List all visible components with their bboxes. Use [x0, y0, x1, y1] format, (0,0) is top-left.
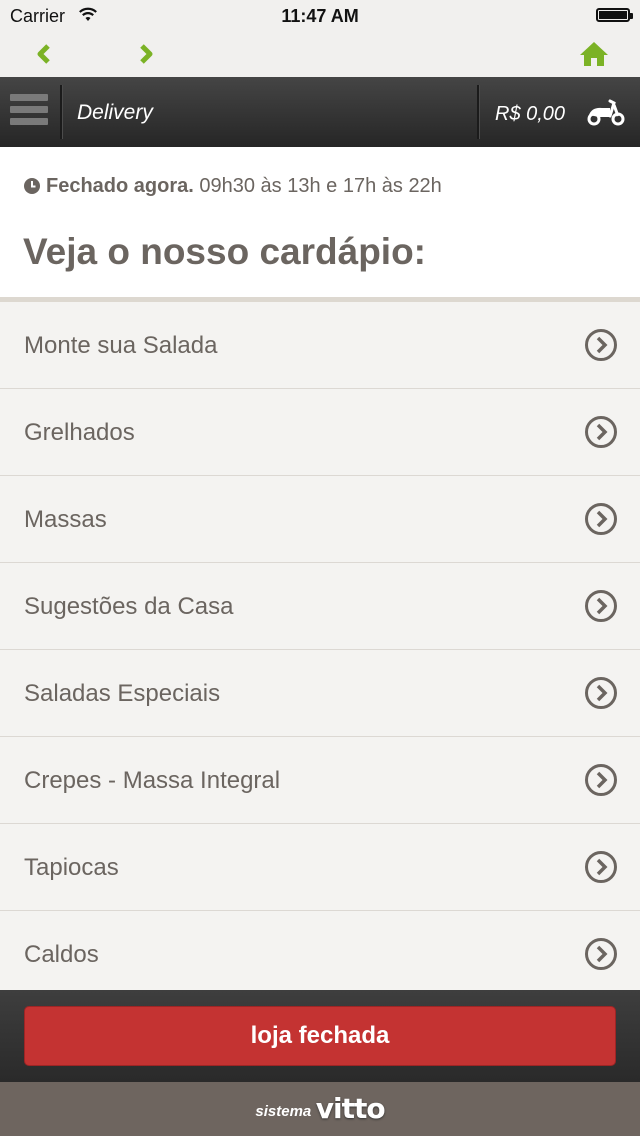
- brand-logo: sistema vitto: [0, 1092, 640, 1125]
- header-divider: [60, 85, 63, 139]
- list-item[interactable]: Tapiocas: [0, 824, 640, 911]
- status-bar: Carrier 11:47 AM: [0, 0, 640, 32]
- list-item[interactable]: Sugestões da Casa: [0, 563, 640, 650]
- store-hours: Fechado agora. 09h30 às 13h e 17h às 22h: [24, 175, 442, 200]
- chevron-circle-right-icon: [584, 415, 618, 454]
- hamburger-menu-icon[interactable]: [10, 94, 48, 130]
- category-label: Monte sua Salada: [24, 332, 218, 359]
- chevron-circle-right-icon: [584, 763, 618, 802]
- store-closed-button[interactable]: loja fechada: [24, 1006, 616, 1066]
- battery-icon: [596, 8, 633, 22]
- category-list: Monte sua Salada Grelhados Massas Sugest…: [0, 302, 640, 998]
- list-item[interactable]: Monte sua Salada: [0, 302, 640, 389]
- chevron-circle-right-icon: [584, 589, 618, 628]
- list-item[interactable]: Grelhados: [0, 389, 640, 476]
- category-label: Tapiocas: [24, 854, 119, 881]
- brand-prefix: sistema: [255, 1103, 312, 1120]
- list-item[interactable]: Massas: [0, 476, 640, 563]
- footer: sistema vitto: [0, 1082, 640, 1136]
- list-item[interactable]: Saladas Especiais: [0, 650, 640, 737]
- store-status: Fechado agora.: [46, 175, 194, 197]
- store-info: Fechado agora. 09h30 às 13h e 17h às 22h…: [0, 147, 640, 299]
- chevron-circle-right-icon: [584, 328, 618, 367]
- category-label: Grelhados: [24, 419, 135, 446]
- category-label: Crepes - Massa Integral: [24, 767, 281, 794]
- chevron-circle-right-icon: [584, 937, 618, 976]
- category-label: Sugestões da Casa: [24, 593, 234, 620]
- chevron-right-icon[interactable]: [128, 38, 164, 70]
- browser-nav: [0, 32, 640, 77]
- cart-button[interactable]: R$ 0,00: [480, 77, 640, 147]
- cart-total: R$ 0,00: [495, 103, 566, 125]
- clock-icon: [24, 177, 40, 200]
- home-icon[interactable]: [576, 38, 612, 70]
- bottom-bar: loja fechada: [0, 990, 640, 1082]
- store-hours-text: 09h30 às 13h e 17h às 22h: [199, 175, 442, 197]
- chevron-circle-right-icon: [584, 502, 618, 541]
- page-title: Veja o nosso cardápio:: [23, 231, 427, 272]
- app-header: Delivery R$ 0,00: [0, 77, 640, 147]
- category-label: Massas: [24, 506, 107, 533]
- clock-time: 11:47 AM: [281, 6, 359, 26]
- scooter-icon: [586, 97, 626, 132]
- list-item[interactable]: Caldos: [0, 911, 640, 998]
- chevron-left-icon[interactable]: [28, 38, 64, 70]
- header-title: Delivery: [77, 101, 153, 124]
- brand-name: vitto: [315, 1092, 386, 1125]
- chevron-circle-right-icon: [584, 850, 618, 889]
- chevron-circle-right-icon: [584, 676, 618, 715]
- category-label: Saladas Especiais: [24, 680, 221, 707]
- category-label: Caldos: [24, 941, 99, 968]
- list-item[interactable]: Crepes - Massa Integral: [0, 737, 640, 824]
